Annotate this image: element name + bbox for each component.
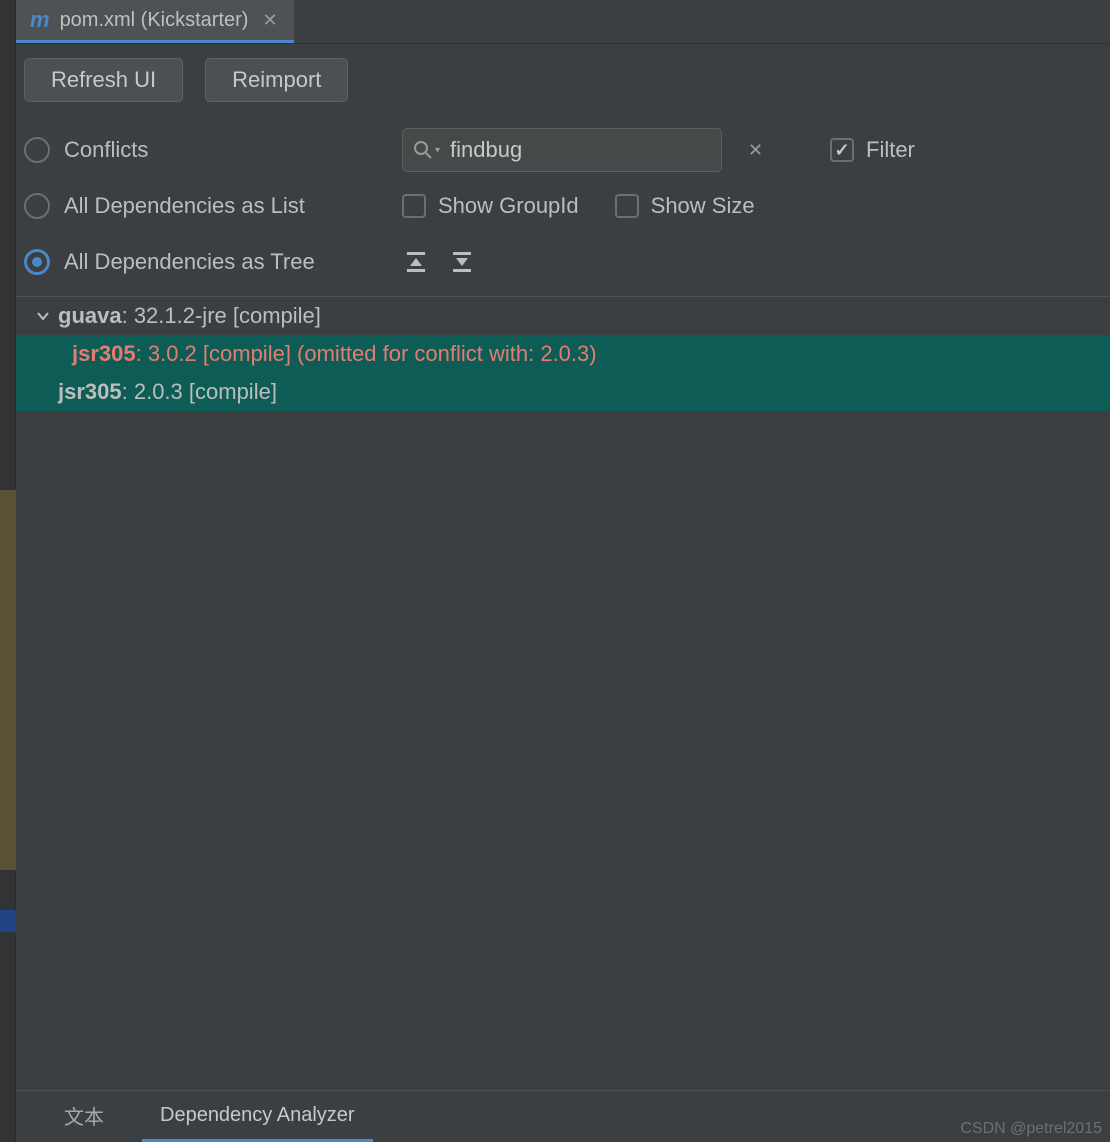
refresh-ui-button[interactable]: Refresh UI (24, 58, 183, 102)
gutter-mark (0, 490, 16, 870)
conflicts-radio[interactable] (24, 137, 50, 163)
conflicts-label: Conflicts (64, 137, 148, 163)
dependency-toolbar: Refresh UI Reimport Conflicts ▾ ✕ Filter (16, 44, 1110, 290)
expand-all-icon[interactable] (402, 248, 430, 276)
artifact-name: jsr305 (58, 379, 122, 405)
show-size-label: Show Size (651, 193, 755, 219)
artifact-detail: : 32.1.2-jre [compile] (122, 303, 321, 329)
tab-text[interactable]: 文本 (46, 1091, 122, 1142)
bottom-tabbar: 文本 Dependency Analyzer (16, 1090, 1110, 1142)
reimport-button[interactable]: Reimport (205, 58, 348, 102)
dependency-tree[interactable]: guava : 32.1.2-jre [compile]jsr305 : 3.0… (16, 296, 1110, 1090)
show-size-checkbox[interactable] (615, 194, 639, 218)
tree-row[interactable]: jsr305 : 3.0.2 [compile] (omitted for co… (16, 335, 1110, 373)
artifact-detail: : 3.0.2 [compile] (omitted for conflict … (136, 341, 597, 367)
gutter-mark (0, 910, 16, 932)
watermark: CSDN @petrel2015 (960, 1120, 1102, 1138)
tree-row[interactable]: jsr305 : 2.0.3 [compile] (16, 373, 1110, 411)
editor-tab[interactable]: m pom.xml (Kickstarter) ✕ (16, 0, 294, 43)
tab-dependency-analyzer[interactable]: Dependency Analyzer (142, 1091, 373, 1142)
close-icon[interactable]: ✕ (258, 10, 281, 31)
editor-tabbar: m pom.xml (Kickstarter) ✕ (16, 0, 1110, 44)
chevron-down-icon[interactable] (36, 309, 58, 323)
maven-icon: m (30, 7, 50, 33)
show-groupid-checkbox[interactable] (402, 194, 426, 218)
search-icon: ▾ (413, 140, 440, 160)
artifact-name: jsr305 (72, 341, 136, 367)
all-list-label: All Dependencies as List (64, 193, 305, 219)
show-groupid-label: Show GroupId (438, 193, 579, 219)
search-input[interactable] (450, 137, 738, 163)
all-list-radio[interactable] (24, 193, 50, 219)
clear-search-icon[interactable]: ✕ (748, 140, 763, 161)
filter-checkbox[interactable] (830, 138, 854, 162)
search-input-wrapper[interactable]: ▾ ✕ (402, 128, 722, 172)
all-tree-radio[interactable] (24, 249, 50, 275)
artifact-name: guava (58, 303, 122, 329)
artifact-detail: : 2.0.3 [compile] (122, 379, 277, 405)
tree-row[interactable]: guava : 32.1.2-jre [compile] (16, 297, 1110, 335)
filter-label: Filter (866, 137, 915, 163)
all-tree-label: All Dependencies as Tree (64, 249, 315, 275)
collapse-all-icon[interactable] (448, 248, 476, 276)
tab-title: pom.xml (Kickstarter) (60, 9, 249, 32)
editor-gutter (0, 0, 16, 1142)
